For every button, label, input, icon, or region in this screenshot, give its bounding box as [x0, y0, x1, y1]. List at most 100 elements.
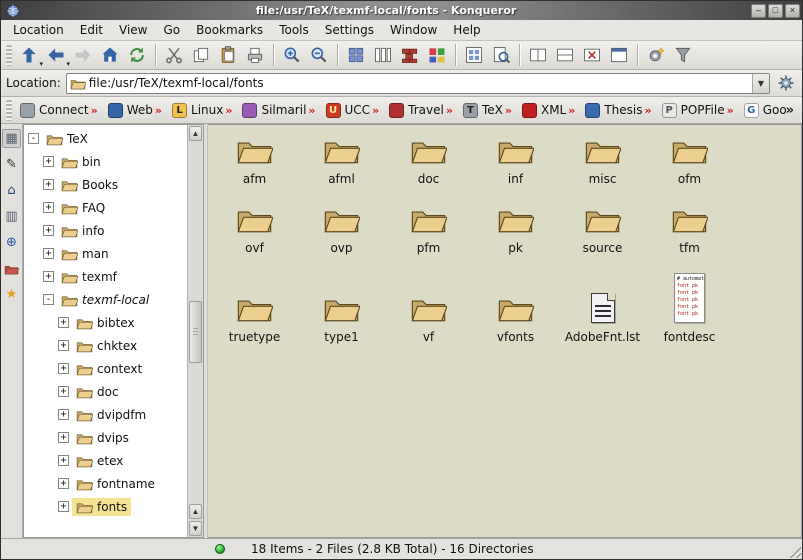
tree-expander-icon[interactable]: +: [43, 156, 54, 167]
paste-button[interactable]: [215, 43, 241, 68]
tree-item-texmf[interactable]: +texmf: [24, 265, 187, 288]
toolbar-handle[interactable]: [6, 100, 12, 121]
tree-item-dvipdfm[interactable]: +dvipdfm: [24, 403, 187, 426]
menu-item-go[interactable]: Go: [156, 21, 189, 39]
tree-item-Books[interactable]: +Books: [24, 173, 187, 196]
tree-item-bibtex[interactable]: +bibtex: [24, 311, 187, 334]
icon-size-button[interactable]: [461, 43, 487, 68]
scrollbar-track[interactable]: [189, 142, 202, 503]
tree-expander-icon[interactable]: +: [58, 363, 69, 374]
titlebar[interactable]: file:/usr/TeX/texmf-local/fonts - Konque…: [1, 1, 802, 20]
bookmark-tex[interactable]: TTeX»: [458, 101, 517, 120]
tree-item-doc[interactable]: +doc: [24, 380, 187, 403]
file-item-source[interactable]: source: [583, 204, 623, 255]
file-item-ovf[interactable]: ovf: [236, 204, 273, 255]
file-item-fontdesc[interactable]: # automatfont pkfont pkfont pkfont pkfon…: [664, 273, 716, 344]
tree-expander-icon[interactable]: +: [43, 271, 54, 282]
bookmark-google[interactable]: GGoogle: [739, 101, 786, 120]
location-go-button[interactable]: [775, 72, 797, 94]
tree-expander-icon[interactable]: +: [58, 478, 69, 489]
split-view-left-right-button[interactable]: [525, 43, 551, 68]
tree-item-FAQ[interactable]: +FAQ: [24, 196, 187, 219]
bookmark-thesis[interactable]: Thesis»: [580, 101, 656, 120]
tree-expander-icon[interactable]: +: [58, 317, 69, 328]
file-item-tfm[interactable]: tfm: [671, 204, 708, 255]
location-input[interactable]: [89, 74, 752, 93]
tree-expander-icon[interactable]: +: [58, 501, 69, 512]
print-button[interactable]: [242, 43, 268, 68]
menu-item-help[interactable]: Help: [445, 21, 488, 39]
scroll-down-button[interactable]: [189, 521, 202, 536]
tree-item-etex[interactable]: +etex: [24, 449, 187, 472]
zoom-out-button[interactable]: [306, 43, 332, 68]
tree-expander-icon[interactable]: +: [43, 202, 54, 213]
bookmark-travel[interactable]: Travel»: [384, 101, 458, 120]
remove-view-button[interactable]: [579, 43, 605, 68]
tree-item-bin[interactable]: +bin: [24, 150, 187, 173]
menu-item-window[interactable]: Window: [382, 21, 445, 39]
tree-expander-icon[interactable]: +: [58, 455, 69, 466]
menu-item-view[interactable]: View: [111, 21, 155, 39]
file-item-pfm[interactable]: pfm: [410, 204, 447, 255]
bookmark-connect[interactable]: Connect»: [15, 101, 103, 120]
history-tab[interactable]: ✎: [2, 155, 21, 174]
minimize-button[interactable]: –: [751, 4, 766, 18]
devices-tab[interactable]: ▥: [2, 207, 21, 226]
zoom-in-button[interactable]: [279, 43, 305, 68]
scrollbar-thumb[interactable]: [189, 301, 202, 363]
home-button[interactable]: [97, 43, 123, 68]
file-item-ofm[interactable]: ofm: [671, 135, 708, 186]
bookmark-popfile[interactable]: PPOPFile»: [657, 101, 739, 120]
tree-item-info[interactable]: +info: [24, 219, 187, 242]
network-tab[interactable]: ⊕: [2, 233, 21, 252]
tree-item-TeX[interactable]: -TeX: [24, 127, 187, 150]
toolbar-handle[interactable]: [6, 45, 12, 66]
maximize-button[interactable]: □: [768, 4, 783, 18]
scroll-up-button-bottom[interactable]: [189, 504, 202, 519]
location-dropdown-button[interactable]: ▼: [752, 74, 769, 93]
menu-item-settings[interactable]: Settings: [317, 21, 382, 39]
tree-expander-icon[interactable]: +: [58, 409, 69, 420]
back-button[interactable]: [43, 43, 69, 68]
tree-expander-icon[interactable]: +: [58, 386, 69, 397]
menu-item-bookmarks[interactable]: Bookmarks: [188, 21, 271, 39]
tree-expander-icon[interactable]: +: [43, 179, 54, 190]
tree-item-fontname[interactable]: +fontname: [24, 472, 187, 495]
tree-view-button[interactable]: [397, 43, 423, 68]
file-item-AdobeFnt.lst[interactable]: AdobeFnt.lst: [565, 293, 640, 344]
bookmark-ucc[interactable]: UUCC»: [321, 101, 385, 120]
file-item-pk[interactable]: pk: [497, 204, 534, 255]
tree-item-man[interactable]: +man: [24, 242, 187, 265]
file-item-type1[interactable]: type1: [323, 293, 360, 344]
copy-button[interactable]: [188, 43, 214, 68]
cut-button[interactable]: [161, 43, 187, 68]
file-item-truetype[interactable]: truetype: [229, 293, 280, 344]
tree-expander-icon[interactable]: -: [28, 133, 39, 144]
bookmark-linux[interactable]: LLinux»: [167, 101, 237, 120]
split-view-top-bottom-button[interactable]: [552, 43, 578, 68]
tree-item-dvips[interactable]: +dvips: [24, 426, 187, 449]
view-profile-button[interactable]: [643, 43, 669, 68]
new-window-button[interactable]: [606, 43, 632, 68]
scroll-up-button[interactable]: [189, 126, 202, 141]
file-item-misc[interactable]: misc: [584, 135, 621, 186]
tree-expander-icon[interactable]: +: [58, 432, 69, 443]
file-item-vfonts[interactable]: vfonts: [497, 293, 534, 344]
tree-expander-icon[interactable]: +: [43, 225, 54, 236]
resize-grip[interactable]: [787, 544, 801, 558]
bookmarks-tab[interactable]: ★: [2, 285, 21, 304]
file-item-afml[interactable]: afml: [323, 135, 360, 186]
menu-item-edit[interactable]: Edit: [72, 21, 111, 39]
root-folder-tab[interactable]: [2, 259, 21, 278]
multicolumn-view-button[interactable]: [370, 43, 396, 68]
bookmark-silmaril[interactable]: Silmaril»: [237, 101, 320, 120]
menu-item-location[interactable]: Location: [5, 21, 72, 39]
filter-button[interactable]: [670, 43, 696, 68]
tree-expander-icon[interactable]: -: [43, 294, 54, 305]
services-tab[interactable]: ▦: [2, 129, 21, 148]
icon-view-button[interactable]: [343, 43, 369, 68]
detail-view-button[interactable]: [424, 43, 450, 68]
tree-expander-icon[interactable]: +: [58, 340, 69, 351]
bookmark-web[interactable]: Web»: [103, 101, 167, 120]
file-item-inf[interactable]: inf: [497, 135, 534, 186]
